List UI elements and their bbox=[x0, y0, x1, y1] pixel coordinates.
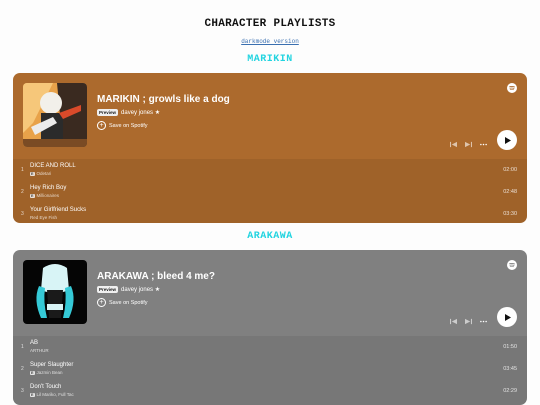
track-artist-name: Odetari bbox=[36, 171, 52, 176]
track-artist: Red Eye Fish bbox=[30, 215, 57, 220]
track-name: Your Girlfriend Sucks bbox=[30, 207, 87, 213]
track-list: 1 AB ARTHUR 01:50 2 Super Slaughter E Jaz… bbox=[13, 336, 527, 405]
save-on-spotify-button[interactable]: + Save on Spotify bbox=[97, 298, 148, 307]
track-number: 3 bbox=[21, 388, 24, 394]
track-artist: E Lil Mariko, Full Tac bbox=[30, 392, 74, 397]
save-label: Save on Spotify bbox=[109, 122, 148, 129]
track-list: 1 DICE AND ROLL E Odetari 02:00 2 Hey Ric… bbox=[13, 159, 527, 223]
plus-circle-icon: + bbox=[97, 298, 106, 307]
track-name: DICE AND ROLL bbox=[30, 163, 76, 169]
album-cover-image[interactable] bbox=[23, 260, 87, 324]
play-button[interactable] bbox=[497, 307, 517, 327]
more-options-icon[interactable] bbox=[480, 141, 487, 148]
spotify-player-marikin[interactable]: MARIKIN ; growls like a dog Preview dave… bbox=[13, 73, 527, 223]
next-track-icon[interactable] bbox=[465, 141, 472, 148]
playlist-owner[interactable]: davey jones ★ bbox=[121, 286, 160, 293]
save-on-spotify-button[interactable]: + Save on Spotify bbox=[97, 121, 148, 130]
track-artist: E Jazmin Bean bbox=[30, 370, 63, 375]
track-artist: E Millionaires bbox=[30, 193, 59, 198]
track-number: 1 bbox=[21, 344, 24, 350]
play-icon bbox=[504, 313, 511, 321]
preview-badge: Preview bbox=[97, 286, 119, 293]
spotify-player-arakawa[interactable]: ARAKAWA ; bleed 4 me? Preview davey jone… bbox=[13, 250, 527, 405]
play-icon bbox=[504, 136, 511, 144]
explicit-badge: E bbox=[30, 370, 35, 375]
save-label: Save on Spotify bbox=[109, 299, 148, 306]
album-cover-image[interactable] bbox=[23, 83, 87, 147]
section-heading-marikin: MARIKIN bbox=[247, 54, 293, 65]
track-artist-name: ARTHUR bbox=[30, 348, 49, 353]
track-number: 2 bbox=[21, 366, 24, 372]
explicit-badge: E bbox=[30, 193, 35, 198]
track-artist-name: Lil Mariko, Full Tac bbox=[36, 392, 74, 397]
track-number: 3 bbox=[21, 211, 24, 217]
track-number: 2 bbox=[21, 189, 24, 195]
play-button[interactable] bbox=[497, 130, 517, 150]
track-artist: ARTHUR bbox=[30, 348, 49, 353]
darkmode-link[interactable]: darkmode version bbox=[0, 38, 540, 45]
playlist-meta: Preview davey jones ★ bbox=[97, 286, 160, 293]
playlist-meta: Preview davey jones ★ bbox=[97, 109, 160, 116]
explicit-badge: E bbox=[30, 171, 35, 176]
playlist-title: ARAKAWA ; bleed 4 me? bbox=[97, 271, 215, 282]
track-number: 1 bbox=[21, 167, 24, 173]
track-row[interactable]: 2 Super Slaughter E Jazmin Bean 03:45 bbox=[13, 358, 527, 380]
track-duration: 03:30 bbox=[503, 211, 517, 217]
track-artist-name: Red Eye Fish bbox=[30, 215, 58, 220]
track-artist: E Odetari bbox=[30, 171, 51, 176]
track-duration: 02:29 bbox=[503, 388, 517, 394]
plus-circle-icon: + bbox=[97, 121, 106, 130]
track-duration: 02:48 bbox=[503, 189, 517, 195]
track-name: Super Slaughter bbox=[30, 362, 74, 368]
track-artist-name: Jazmin Bean bbox=[36, 370, 63, 375]
track-artist-name: Millionaires bbox=[36, 193, 60, 198]
track-row[interactable]: 1 DICE AND ROLL E Odetari 02:00 bbox=[13, 159, 527, 181]
previous-track-icon[interactable] bbox=[450, 318, 457, 325]
previous-track-icon[interactable] bbox=[450, 141, 457, 148]
track-name: Don't Touch bbox=[30, 384, 62, 390]
track-name: AB bbox=[30, 340, 39, 346]
explicit-badge: E bbox=[30, 392, 35, 397]
playlist-owner[interactable]: davey jones ★ bbox=[121, 109, 160, 116]
section-heading-arakawa: ARAKAWA bbox=[247, 231, 293, 242]
spotify-icon[interactable] bbox=[507, 260, 517, 270]
track-duration: 01:50 bbox=[503, 344, 517, 350]
track-row[interactable]: 3 Your Girlfriend Sucks Red Eye Fish 03:… bbox=[13, 203, 527, 223]
track-row[interactable]: 2 Hey Rich Boy E Millionaires 02:48 bbox=[13, 181, 527, 203]
track-row[interactable]: 1 AB ARTHUR 01:50 bbox=[13, 336, 527, 358]
page-title: CHARACTER PLAYLISTS bbox=[204, 18, 336, 30]
spotify-icon[interactable] bbox=[507, 83, 517, 93]
more-options-icon[interactable] bbox=[480, 318, 487, 325]
preview-badge: Preview bbox=[97, 109, 119, 116]
track-duration: 02:00 bbox=[503, 167, 517, 173]
track-name: Hey Rich Boy bbox=[30, 185, 67, 191]
playlist-title: MARIKIN ; growls like a dog bbox=[97, 94, 230, 105]
track-duration: 03:45 bbox=[503, 366, 517, 372]
track-row[interactable]: 3 Don't Touch E Lil Mariko, Full Tac 02:2… bbox=[13, 380, 527, 402]
next-track-icon[interactable] bbox=[465, 318, 472, 325]
